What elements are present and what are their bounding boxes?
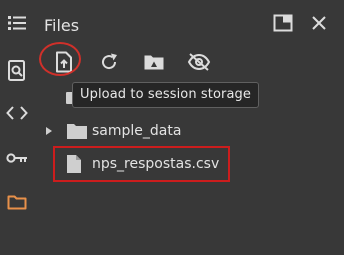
tree-row-folder[interactable]: sample_data <box>40 119 181 143</box>
key-icon[interactable] <box>4 145 30 171</box>
drive-folder-icon <box>144 55 164 70</box>
refresh-icon <box>102 53 117 70</box>
folder-icon[interactable] <box>4 189 30 215</box>
side-rail <box>0 0 32 255</box>
eye-off-icon <box>187 53 211 71</box>
panel-title: Files <box>44 16 80 35</box>
folder-icon <box>67 124 87 139</box>
upload-tooltip: Upload to session storage <box>72 82 260 108</box>
code-icon[interactable] <box>4 100 30 126</box>
find-icon[interactable] <box>4 58 30 84</box>
toggle-hidden-button[interactable] <box>186 49 212 75</box>
upload-button[interactable] <box>51 49 77 75</box>
chevron-right-icon[interactable] <box>44 126 54 136</box>
close-icon[interactable] <box>307 11 331 35</box>
annotation-highlight-box <box>53 146 230 182</box>
folder-name: sample_data <box>92 123 182 139</box>
upload-file-icon <box>56 51 72 73</box>
mount-drive-button[interactable] <box>141 49 167 75</box>
menu-list-icon[interactable] <box>4 10 30 36</box>
refresh-button[interactable] <box>96 49 122 75</box>
open-in-tab-icon[interactable] <box>271 11 295 35</box>
